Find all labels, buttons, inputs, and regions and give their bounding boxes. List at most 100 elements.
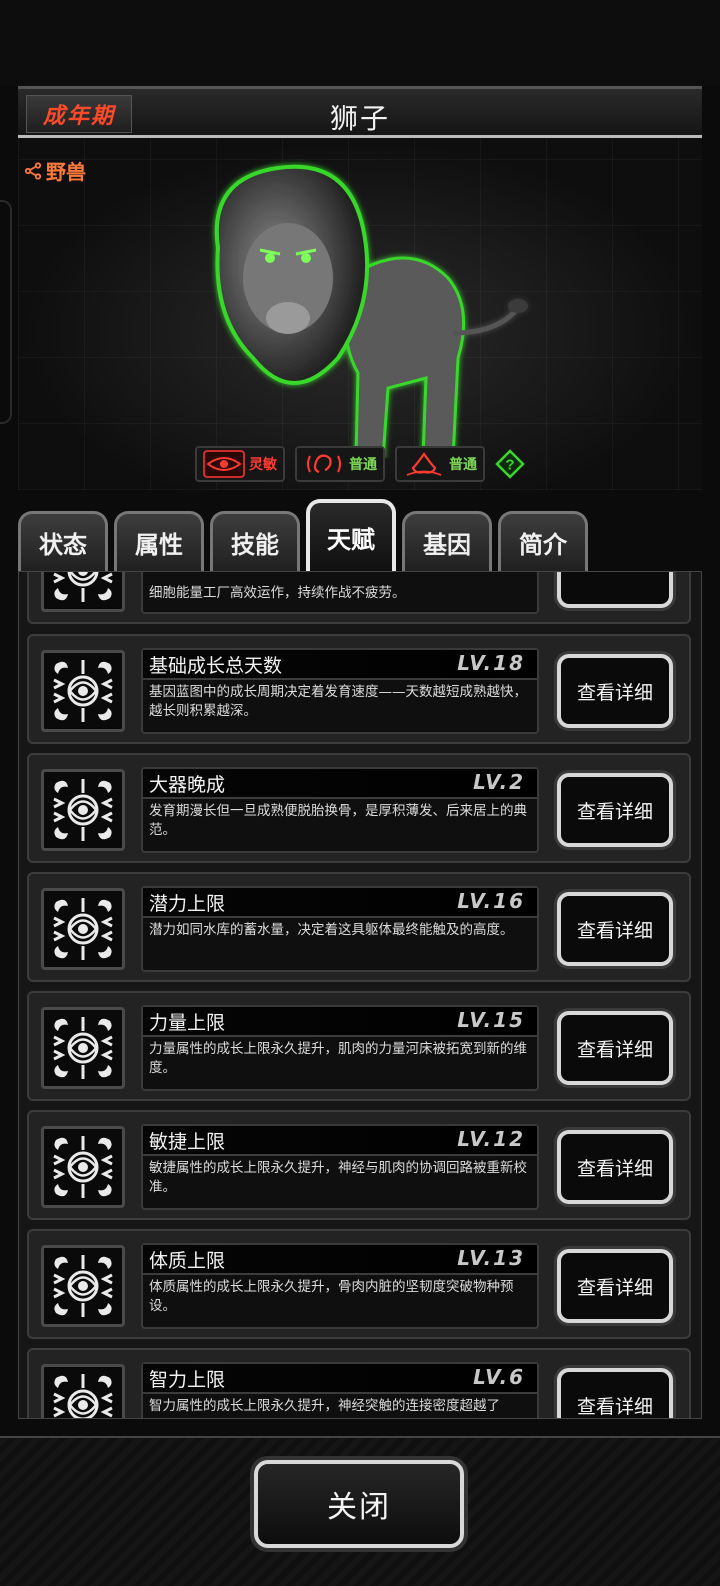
trait-hearing-label: 普通 xyxy=(349,457,377,473)
talent-desc: 细胞能量工厂高效运作，持续作战不疲劳。 xyxy=(149,585,406,601)
talent-name-bar: 潜力上限 LV.16 xyxy=(143,888,537,918)
talent-item: 体质上限 LV.13 体质属性的成长上限永久提升，骨肉内脏的坚韧度突破物种预设。… xyxy=(27,1229,691,1339)
close-button[interactable]: 关闭 xyxy=(254,1460,464,1548)
tab-skills[interactable]: 技能 xyxy=(210,511,300,571)
talent-level: LV.6 xyxy=(473,1365,525,1389)
view-detail-button[interactable]: 查看详细 xyxy=(557,1130,673,1204)
talent-name-bar: 基础成长总天数 LV.18 xyxy=(143,650,537,680)
talent-item: 大器晚成 LV.2 发育期漫长但一旦成熟便脱胎换骨，是厚积薄发、后来居上的典范。… xyxy=(27,753,691,863)
talent-info: 智力上限 LV.6 智力属性的成长上限永久提升，神经突触的连接密度超越了 xyxy=(141,1362,539,1418)
view-detail-button[interactable]: 查看详细 xyxy=(557,1368,673,1418)
bottom-bar: 关闭 xyxy=(0,1436,720,1586)
talent-icon-frame xyxy=(41,1007,125,1089)
tab-status[interactable]: 状态 xyxy=(18,511,108,571)
header-bar: 成年期 狮子 xyxy=(18,86,702,138)
talent-item: 智力上限 LV.6 智力属性的成长上限永久提升，神经突触的连接密度超越了 查看详… xyxy=(27,1348,691,1418)
talent-glyph-icon xyxy=(52,658,114,724)
top-safe-area xyxy=(0,0,720,86)
tab-talents[interactable]: 天赋 xyxy=(306,499,396,571)
talent-name: 潜力上限 xyxy=(149,893,226,915)
talent-item: 力量上限 LV.15 力量属性的成长上限永久提升，肌肉的力量河床被拓宽到新的维度… xyxy=(27,991,691,1101)
talent-icon-frame xyxy=(41,1126,125,1208)
svg-text:?: ? xyxy=(505,457,514,474)
category-link[interactable]: 野兽 xyxy=(24,156,86,185)
talent-name-bar: 智力上限 LV.6 xyxy=(143,1364,537,1394)
help-button[interactable]: ? xyxy=(495,449,525,479)
talent-name: 敏捷上限 xyxy=(149,1131,226,1153)
tab-bar: 状态 属性 技能 天赋 基因 简介 xyxy=(18,495,702,571)
talent-info: 敏捷上限 LV.12 敏捷属性的成长上限永久提升，神经与肌肉的协调回路被重新校准… xyxy=(141,1124,539,1210)
tab-attributes[interactable]: 属性 xyxy=(114,511,204,571)
talent-level: LV.18 xyxy=(457,651,525,675)
trait-hearing[interactable]: 普通 xyxy=(295,446,385,482)
talent-glyph-icon xyxy=(52,896,114,962)
view-detail-button[interactable]: 查看详细 xyxy=(557,1011,673,1085)
talent-glyph-icon xyxy=(52,1372,114,1418)
talent-glyph-icon xyxy=(52,1134,114,1200)
tab-genes[interactable]: 基因 xyxy=(402,511,492,571)
talent-level: LV.16 xyxy=(457,889,525,913)
lion-image xyxy=(214,164,528,458)
question-icon: ? xyxy=(495,449,525,479)
category-label: 野兽 xyxy=(46,160,86,184)
share-icon xyxy=(24,161,42,180)
talent-name: 力量上限 xyxy=(149,1012,226,1034)
talent-glyph-icon xyxy=(52,1015,114,1081)
talent-icon-frame xyxy=(41,1364,125,1418)
ear-icon xyxy=(307,454,341,474)
view-detail-button[interactable] xyxy=(557,572,673,608)
talent-name-bar: 体质上限 LV.13 xyxy=(143,1245,537,1275)
trait-sight[interactable]: 灵敏 xyxy=(195,446,285,482)
talent-name: 大器晚成 xyxy=(149,774,226,796)
talent-icon-frame xyxy=(41,1245,125,1327)
talent-icon-frame xyxy=(41,888,125,970)
talent-info: 体质上限 LV.13 体质属性的成长上限永久提升，骨肉内脏的坚韧度突破物种预设。 xyxy=(141,1243,539,1329)
talent-level: LV.13 xyxy=(457,1246,525,1270)
trait-smell-label: 普通 xyxy=(449,457,477,473)
talent-icon-frame xyxy=(41,572,125,612)
view-detail-button[interactable]: 查看详细 xyxy=(557,654,673,728)
talent-desc: 力量属性的成长上限永久提升，肌肉的力量河床被拓宽到新的维度。 xyxy=(149,1041,527,1076)
talent-info: 潜力上限 LV.16 潜力如同水库的蓄水量，决定着这具躯体最终能触及的高度。 xyxy=(141,886,539,972)
talent-desc: 体质属性的成长上限永久提升，骨肉内脏的坚韧度突破物种预设。 xyxy=(149,1279,514,1314)
eye-icon xyxy=(203,450,245,478)
talent-list-panel[interactable]: 细胞能量工厂高效运作，持续作战不疲劳。 基础成长总天数 LV.18 基因蓝图中的… xyxy=(18,571,702,1419)
trait-sight-label: 灵敏 xyxy=(249,457,277,473)
talent-icon-frame xyxy=(41,650,125,732)
talent-name: 体质上限 xyxy=(149,1250,226,1272)
talent-name: 基础成长总天数 xyxy=(149,655,283,677)
talent-glyph-icon xyxy=(52,1253,114,1319)
page-title: 狮子 xyxy=(329,102,390,135)
edge-decoration xyxy=(0,200,12,424)
talent-level: LV.15 xyxy=(457,1008,525,1032)
view-detail-button[interactable]: 查看详细 xyxy=(557,892,673,966)
talent-name-bar: 大器晚成 LV.2 xyxy=(143,769,537,799)
talent-level: LV.12 xyxy=(457,1127,525,1151)
talent-desc: 敏捷属性的成长上限永久提升，神经与肌肉的协调回路被重新校准。 xyxy=(149,1160,527,1195)
talent-item: 敏捷上限 LV.12 敏捷属性的成长上限永久提升，神经与肌肉的协调回路被重新校准… xyxy=(27,1110,691,1220)
talent-name: 智力上限 xyxy=(149,1369,226,1391)
sense-traits: 灵敏 普通 普通 ? xyxy=(18,444,702,484)
talent-item: 基础成长总天数 LV.18 基因蓝图中的成长周期决定着发育速度——天数越短成熟越… xyxy=(27,634,691,744)
trait-smell[interactable]: 普通 xyxy=(395,446,485,482)
talent-info: 细胞能量工厂高效运作，持续作战不疲劳。 xyxy=(141,572,539,614)
talent-level: LV.2 xyxy=(473,770,525,794)
view-detail-button[interactable]: 查看详细 xyxy=(557,773,673,847)
tab-profile[interactable]: 简介 xyxy=(498,511,588,571)
talent-info: 基础成长总天数 LV.18 基因蓝图中的成长周期决定着发育速度——天数越短成熟越… xyxy=(141,648,539,734)
talent-glyph-icon xyxy=(52,572,114,604)
nose-icon xyxy=(406,452,442,476)
view-detail-button[interactable]: 查看详细 xyxy=(557,1249,673,1323)
creature-showcase: 野兽 灵敏 普通 普通 ? xyxy=(18,138,702,490)
talent-icon-frame xyxy=(41,769,125,851)
talent-item: 潜力上限 LV.16 潜力如同水库的蓄水量，决定着这具躯体最终能触及的高度。 查… xyxy=(27,872,691,982)
talent-desc: 基因蓝图中的成长周期决定着发育速度——天数越短成熟越快，越长则积累越深。 xyxy=(149,684,527,719)
talent-desc: 潜力如同水库的蓄水量，决定着这具躯体最终能触及的高度。 xyxy=(149,922,514,938)
talent-glyph-icon xyxy=(52,777,114,843)
talent-name-bar: 力量上限 LV.15 xyxy=(143,1007,537,1037)
talent-name-bar: 敏捷上限 LV.12 xyxy=(143,1126,537,1156)
talent-info: 力量上限 LV.15 力量属性的成长上限永久提升，肌肉的力量河床被拓宽到新的维度… xyxy=(141,1005,539,1091)
talent-desc: 智力属性的成长上限永久提升，神经突触的连接密度超越了 xyxy=(149,1398,500,1414)
talent-item-partial: 细胞能量工厂高效运作，持续作战不疲劳。 xyxy=(27,572,691,624)
talent-info: 大器晚成 LV.2 发育期漫长但一旦成熟便脱胎换骨，是厚积薄发、后来居上的典范。 xyxy=(141,767,539,853)
